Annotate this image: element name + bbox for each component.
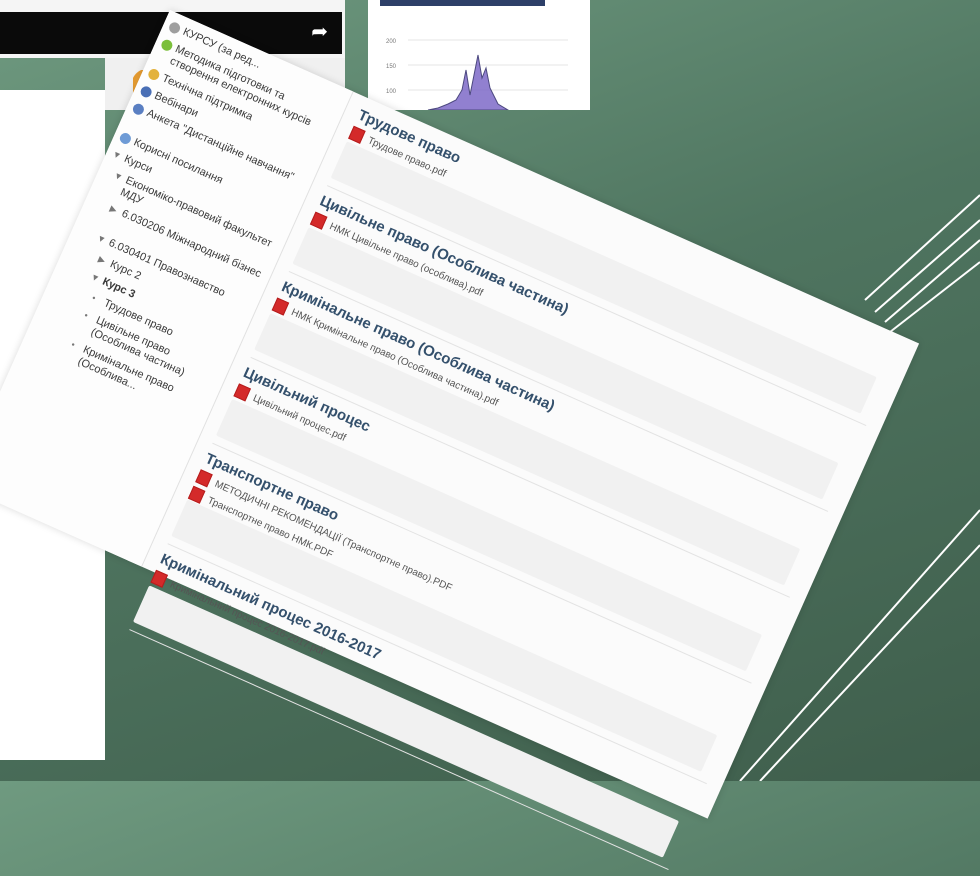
expand-arrow-icon: ▶ xyxy=(96,253,108,266)
survey-icon xyxy=(131,101,146,117)
chart-plot: 200 150 100 xyxy=(386,39,568,110)
folder-icon xyxy=(167,20,182,36)
collapse-arrow-icon: ▼ xyxy=(89,271,102,285)
pdf-icon xyxy=(195,469,213,488)
chart-tick: 200 xyxy=(386,39,397,45)
webinar-icon xyxy=(138,84,154,100)
chart-thumbnail: 200 150 100 xyxy=(368,0,590,110)
bullet-icon: • xyxy=(90,292,98,304)
bullet-icon: • xyxy=(69,339,77,350)
collapse-arrow-icon: ▼ xyxy=(112,169,125,183)
chart-tick: 150 xyxy=(386,64,397,70)
share-icon[interactable]: ➦ xyxy=(311,22,328,42)
bullet-icon: • xyxy=(82,310,90,321)
pdf-icon xyxy=(233,383,251,402)
pdf-icon xyxy=(309,211,328,230)
collapse-arrow-icon: ▼ xyxy=(95,232,108,246)
pdf-icon xyxy=(348,125,366,144)
collapse-arrow-icon: ▼ xyxy=(110,148,124,162)
expand-arrow-icon: ▶ xyxy=(108,203,119,216)
pdf-icon xyxy=(271,297,290,316)
chart-series-area xyxy=(427,54,509,110)
chart-tick: 100 xyxy=(386,89,397,95)
link-icon xyxy=(118,131,133,146)
globe-icon xyxy=(159,38,175,53)
support-icon xyxy=(146,67,162,82)
